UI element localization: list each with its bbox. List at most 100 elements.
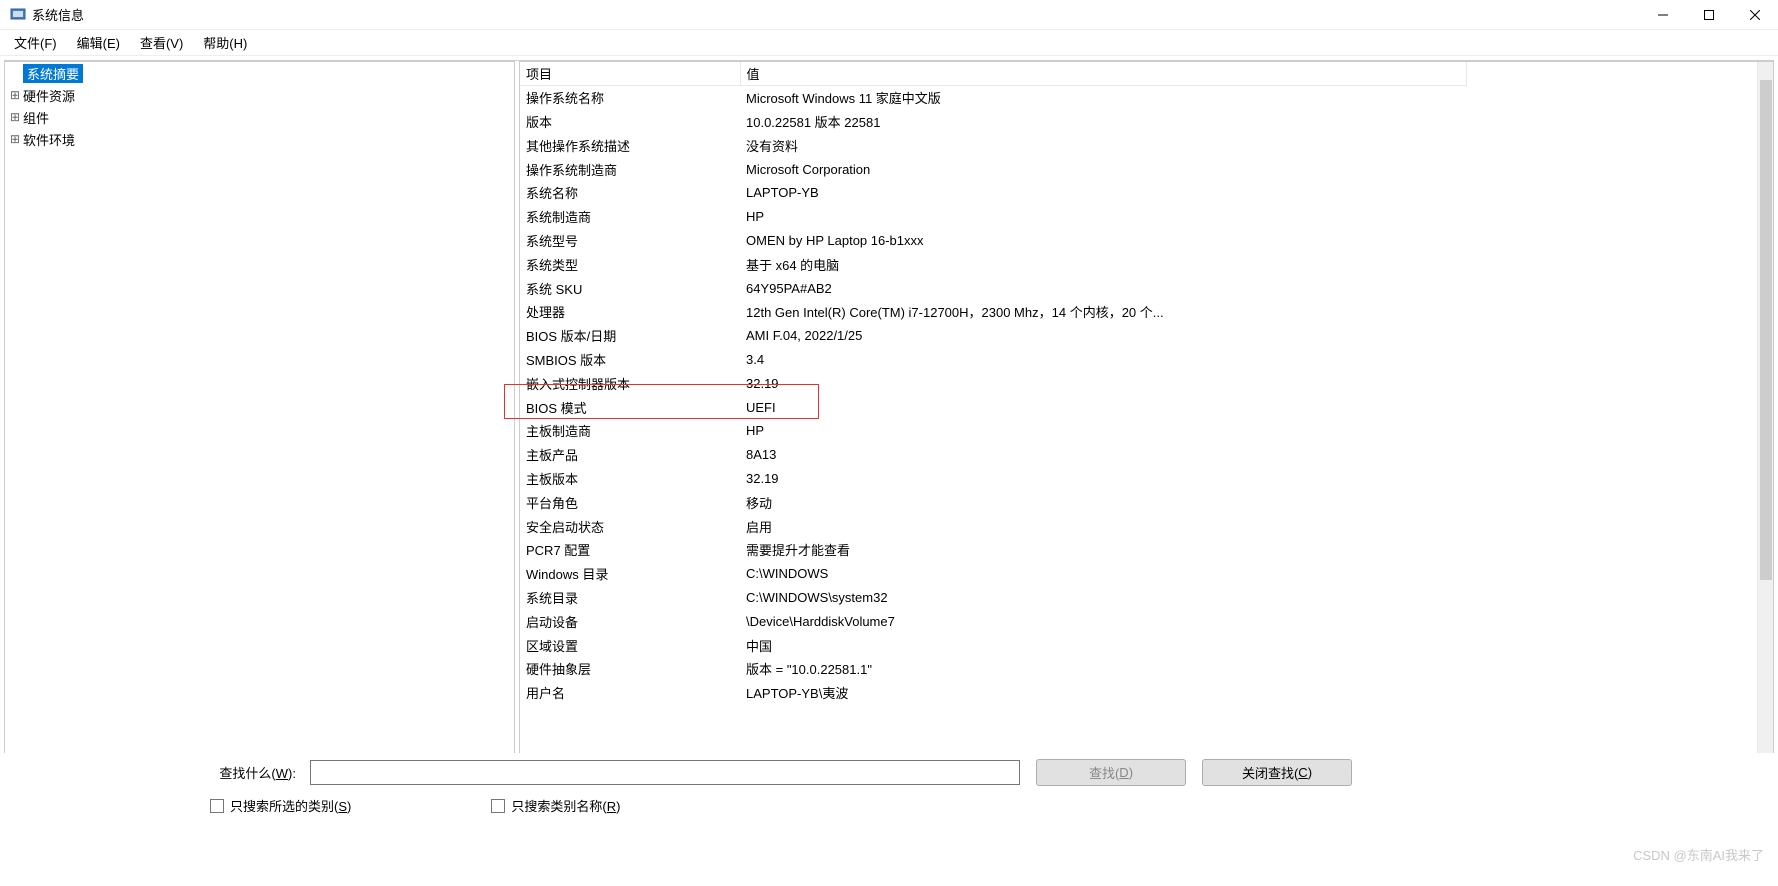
search-label: 查找什么(W):: [10, 763, 310, 782]
expander-icon[interactable]: ⊞: [9, 110, 21, 124]
search-panel: 查找什么(W): 查找(D) 关闭查找(C) 只搜索所选的类别(S) 只搜索类别…: [0, 753, 1778, 846]
cell-item: 系统 SKU: [520, 276, 740, 300]
details-scroll[interactable]: 项目 值 操作系统名称Microsoft Windows 11 家庭中文版版本1…: [520, 62, 1757, 756]
search-input[interactable]: [310, 760, 1020, 785]
cell-item: 用户名: [520, 681, 740, 705]
only-selected-checkbox[interactable]: [210, 799, 224, 813]
cell-value: 32.19: [740, 371, 1467, 395]
table-row[interactable]: 硬件抽象层版本 = "10.0.22581.1": [520, 657, 1467, 681]
cell-value: 版本 = "10.0.22581.1": [740, 657, 1467, 681]
table-row[interactable]: 操作系统名称Microsoft Windows 11 家庭中文版: [520, 86, 1467, 110]
cell-value: 3.4: [740, 348, 1467, 372]
table-row[interactable]: 系统目录C:\WINDOWS\system32: [520, 586, 1467, 610]
table-row[interactable]: 操作系统制造商Microsoft Corporation: [520, 157, 1467, 181]
cell-value: Microsoft Windows 11 家庭中文版: [740, 86, 1467, 110]
vertical-scrollbar[interactable]: [1757, 62, 1773, 756]
cell-value: \Device\HarddiskVolume7: [740, 609, 1467, 633]
tree-item-label: 软件环境: [23, 130, 75, 149]
find-button[interactable]: 查找(D): [1036, 759, 1186, 786]
expander-icon[interactable]: ⊞: [9, 132, 21, 146]
tree-root[interactable]: 系统摘要: [5, 62, 514, 84]
tree-item-label: 硬件资源: [23, 86, 75, 105]
table-row[interactable]: 安全启动状态启用: [520, 514, 1467, 538]
cell-item: 操作系统制造商: [520, 157, 740, 181]
only-names-label: 只搜索类别名称(R): [511, 796, 620, 815]
close-find-button[interactable]: 关闭查找(C): [1202, 759, 1352, 786]
table-row[interactable]: 版本10.0.22581 版本 22581: [520, 110, 1467, 134]
table-row[interactable]: BIOS 版本/日期AMI F.04, 2022/1/25: [520, 324, 1467, 348]
cell-item: 硬件抽象层: [520, 657, 740, 681]
table-row[interactable]: 系统 SKU64Y95PA#AB2: [520, 276, 1467, 300]
only-names-checkbox[interactable]: [491, 799, 505, 813]
cell-item: 系统名称: [520, 181, 740, 205]
menubar: 文件(F) 编辑(E) 查看(V) 帮助(H): [0, 30, 1778, 56]
table-row[interactable]: 主板产品8A13: [520, 443, 1467, 467]
maximize-button[interactable]: [1686, 0, 1732, 30]
cell-item: 启动设备: [520, 609, 740, 633]
table-row[interactable]: Windows 目录C:\WINDOWS: [520, 562, 1467, 586]
table-row[interactable]: 系统型号OMEN by HP Laptop 16-b1xxx: [520, 229, 1467, 253]
menu-file[interactable]: 文件(F): [4, 31, 67, 54]
table-row[interactable]: 嵌入式控制器版本32.19: [520, 371, 1467, 395]
tree-item[interactable]: ⊞组件: [5, 106, 514, 128]
cell-value: UEFI: [740, 395, 1467, 419]
cell-item: 安全启动状态: [520, 514, 740, 538]
titlebar: 系统信息: [0, 0, 1778, 30]
watermark: CSDN @东南AI我来了: [1633, 845, 1764, 864]
col-header-item[interactable]: 项目: [520, 62, 740, 86]
table-row[interactable]: 系统名称LAPTOP-YB: [520, 181, 1467, 205]
cell-item: 处理器: [520, 300, 740, 324]
menu-help[interactable]: 帮助(H): [193, 31, 257, 54]
cell-item: SMBIOS 版本: [520, 348, 740, 372]
table-row[interactable]: 系统类型基于 x64 的电脑: [520, 252, 1467, 276]
cell-value: 基于 x64 的电脑: [740, 252, 1467, 276]
close-button[interactable]: [1732, 0, 1778, 30]
cell-value: C:\WINDOWS\system32: [740, 586, 1467, 610]
cell-value: 移动: [740, 490, 1467, 514]
table-row[interactable]: 处理器12th Gen Intel(R) Core(TM) i7-12700H，…: [520, 300, 1467, 324]
tree-item[interactable]: ⊞硬件资源: [5, 84, 514, 106]
cell-value: 中国: [740, 633, 1467, 657]
table-row[interactable]: 其他操作系统描述没有资料: [520, 133, 1467, 157]
table-row[interactable]: 系统制造商HP: [520, 205, 1467, 229]
cell-item: 主板产品: [520, 443, 740, 467]
cell-item: 系统制造商: [520, 205, 740, 229]
table-row[interactable]: 主板版本32.19: [520, 467, 1467, 491]
cell-value: AMI F.04, 2022/1/25: [740, 324, 1467, 348]
table-row[interactable]: 用户名LAPTOP-YB\夷波: [520, 681, 1467, 705]
cell-item: 主板制造商: [520, 419, 740, 443]
cell-item: PCR7 配置: [520, 538, 740, 562]
cell-value: 12th Gen Intel(R) Core(TM) i7-12700H，230…: [740, 300, 1467, 324]
cell-value: LAPTOP-YB\夷波: [740, 681, 1467, 705]
cell-item: 系统目录: [520, 586, 740, 610]
cell-value: 8A13: [740, 443, 1467, 467]
cell-value: C:\WINDOWS: [740, 562, 1467, 586]
table-row[interactable]: 主板制造商HP: [520, 419, 1467, 443]
table-row[interactable]: PCR7 配置需要提升才能查看: [520, 538, 1467, 562]
menu-edit[interactable]: 编辑(E): [67, 31, 130, 54]
cell-item: 主板版本: [520, 467, 740, 491]
table-row[interactable]: BIOS 模式UEFI: [520, 395, 1467, 419]
tree-item-label: 组件: [23, 108, 49, 127]
table-row[interactable]: 启动设备\Device\HarddiskVolume7: [520, 609, 1467, 633]
menu-view[interactable]: 查看(V): [130, 31, 193, 54]
cell-value: HP: [740, 205, 1467, 229]
cell-item: 区域设置: [520, 633, 740, 657]
minimize-button[interactable]: [1640, 0, 1686, 30]
table-row[interactable]: 平台角色移动: [520, 490, 1467, 514]
expander-icon[interactable]: ⊞: [9, 88, 21, 102]
table-row[interactable]: 区域设置中国: [520, 633, 1467, 657]
cell-item: Windows 目录: [520, 562, 740, 586]
cell-item: 平台角色: [520, 490, 740, 514]
cell-value: LAPTOP-YB: [740, 181, 1467, 205]
cell-item: 系统型号: [520, 229, 740, 253]
content-area: 系统摘要 ⊞硬件资源⊞组件⊞软件环境 项目 值 操作系统名称Microsoft …: [4, 60, 1774, 757]
col-header-value[interactable]: 值: [740, 62, 1467, 86]
nav-tree[interactable]: 系统摘要 ⊞硬件资源⊞组件⊞软件环境: [4, 61, 515, 757]
details-table: 项目 值 操作系统名称Microsoft Windows 11 家庭中文版版本1…: [520, 62, 1467, 705]
cell-value: 启用: [740, 514, 1467, 538]
tree-item[interactable]: ⊞软件环境: [5, 128, 514, 150]
details-table-wrap: 项目 值 操作系统名称Microsoft Windows 11 家庭中文版版本1…: [519, 61, 1774, 757]
cell-item: 系统类型: [520, 252, 740, 276]
table-row[interactable]: SMBIOS 版本3.4: [520, 348, 1467, 372]
